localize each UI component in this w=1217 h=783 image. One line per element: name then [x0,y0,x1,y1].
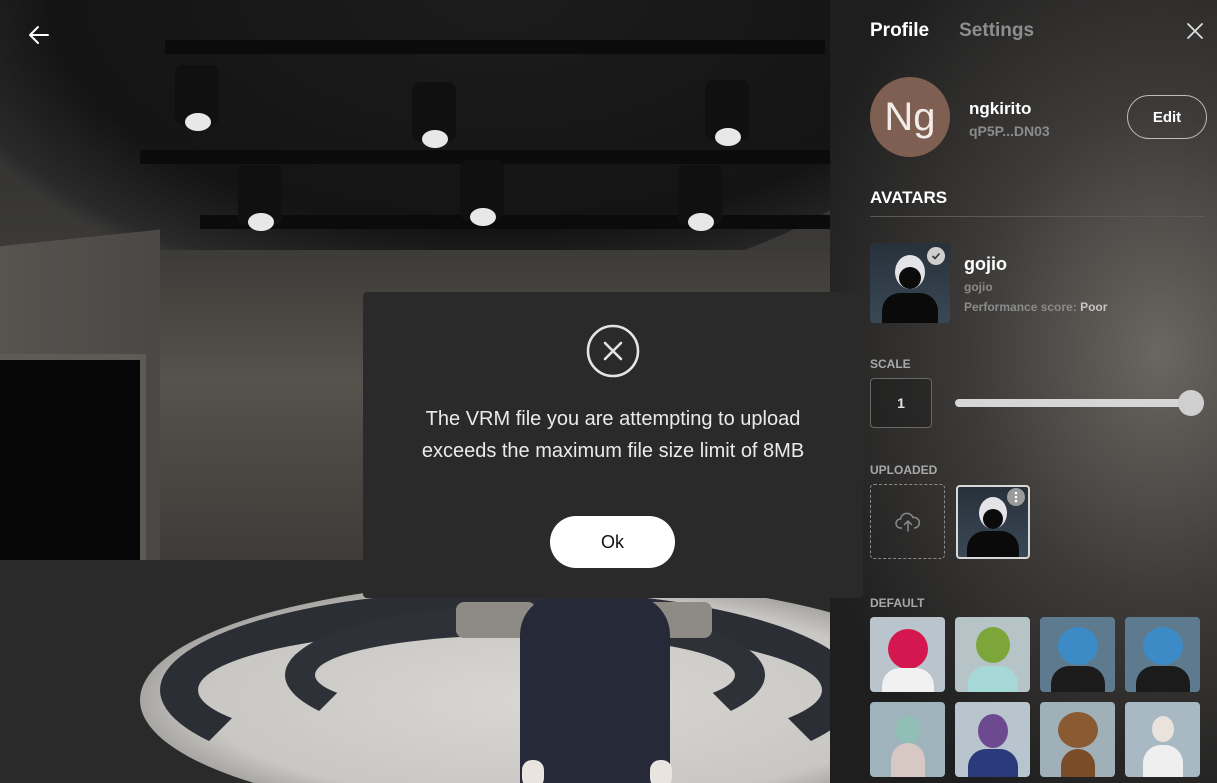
edit-profile-button[interactable]: Edit [1127,95,1207,139]
avatar-head [1057,627,1098,665]
avatar-mask [983,509,1003,529]
truss-beam [200,215,830,229]
scale-slider-handle[interactable] [1178,390,1204,416]
avatar-head [895,716,920,744]
uploaded-label: UPLOADED [870,463,938,477]
stage-light [175,65,219,131]
divider [870,216,1205,217]
scale-slider[interactable] [955,399,1191,407]
cloud-upload-icon [894,512,920,532]
profile-avatar: Ng [870,77,950,157]
performance-score: Performance score: Poor [964,300,1107,314]
tab-settings[interactable]: Settings [959,20,1034,42]
avatar-body [1135,666,1190,692]
performance-score-value: Poor [1080,300,1108,314]
stage-light [705,80,749,146]
default-avatar-thumbnail[interactable] [1040,617,1115,692]
avatar-mask [899,267,921,289]
performance-score-label: Performance score: [964,300,1077,314]
profile-wallet-address: qP5P...DN03 [969,123,1050,139]
truss-beam [165,40,825,54]
avatar-body [967,531,1019,557]
stage-light [412,82,456,148]
avatar-hand [522,760,544,783]
close-icon [1187,23,1203,39]
error-dialog: The VRM file you are attempting to uploa… [363,292,863,598]
error-message-line: The VRM file you are attempting to uploa… [425,408,801,430]
upload-avatar-button[interactable] [870,484,945,559]
profile-panel: Profile Settings Ng ngkirito qP5P...DN03… [830,0,1217,783]
avatar-head [977,714,1008,748]
avatar-options-button[interactable] [1007,488,1025,506]
avatar-head [1142,627,1183,665]
avatar-body [967,666,1018,692]
avatar-head [1057,712,1098,748]
current-avatar-subtitle: gojio [964,280,993,294]
current-avatar-name: gojio [964,254,1007,274]
default-avatar-thumbnail[interactable] [870,617,945,692]
default-label: DEFAULT [870,596,925,610]
default-avatar-thumbnail[interactable] [1125,702,1200,777]
user-avatar-model [520,595,670,783]
error-message-line: exceeds the maximum file size limit of 8… [421,440,805,462]
default-avatar-thumbnail[interactable] [955,702,1030,777]
avatar-head [975,627,1010,663]
default-avatar-thumbnail[interactable] [955,617,1030,692]
stage-light [460,160,504,226]
panel-tabs: Profile Settings [870,20,1034,42]
avatar-body [1050,666,1105,692]
scale-input[interactable]: 1 [870,378,932,428]
avatar-body [890,743,925,777]
avatars-heading: AVATARS [870,188,948,207]
tab-profile[interactable]: Profile [870,20,929,42]
back-button[interactable] [22,20,56,50]
avatar-body [967,749,1018,777]
avatar-head [887,629,928,669]
x-circle-icon [586,324,640,378]
stage-light [238,165,282,231]
wall-screen [0,360,140,585]
avatar-body [1060,749,1095,777]
arrow-left-icon [29,26,49,44]
avatar-body [882,293,938,323]
avatar-body [881,668,934,692]
avatar-hand [650,760,672,783]
ok-button[interactable]: Ok [550,516,675,568]
profile-initials: Ng [884,94,936,139]
close-button[interactable] [1185,21,1205,41]
default-avatar-thumbnail[interactable] [1125,617,1200,692]
selected-check-icon [927,247,945,265]
stage-light [678,165,722,231]
scale-label: SCALE [870,357,911,371]
avatar-head [1151,716,1174,742]
avatar-body [1142,745,1183,777]
error-message: The VRM file you are attempting to uploa… [403,403,823,467]
default-avatar-thumbnail[interactable] [1040,702,1115,777]
default-avatar-thumbnail[interactable] [870,702,945,777]
more-vertical-icon [1014,491,1018,503]
profile-username: ngkirito [969,99,1032,118]
